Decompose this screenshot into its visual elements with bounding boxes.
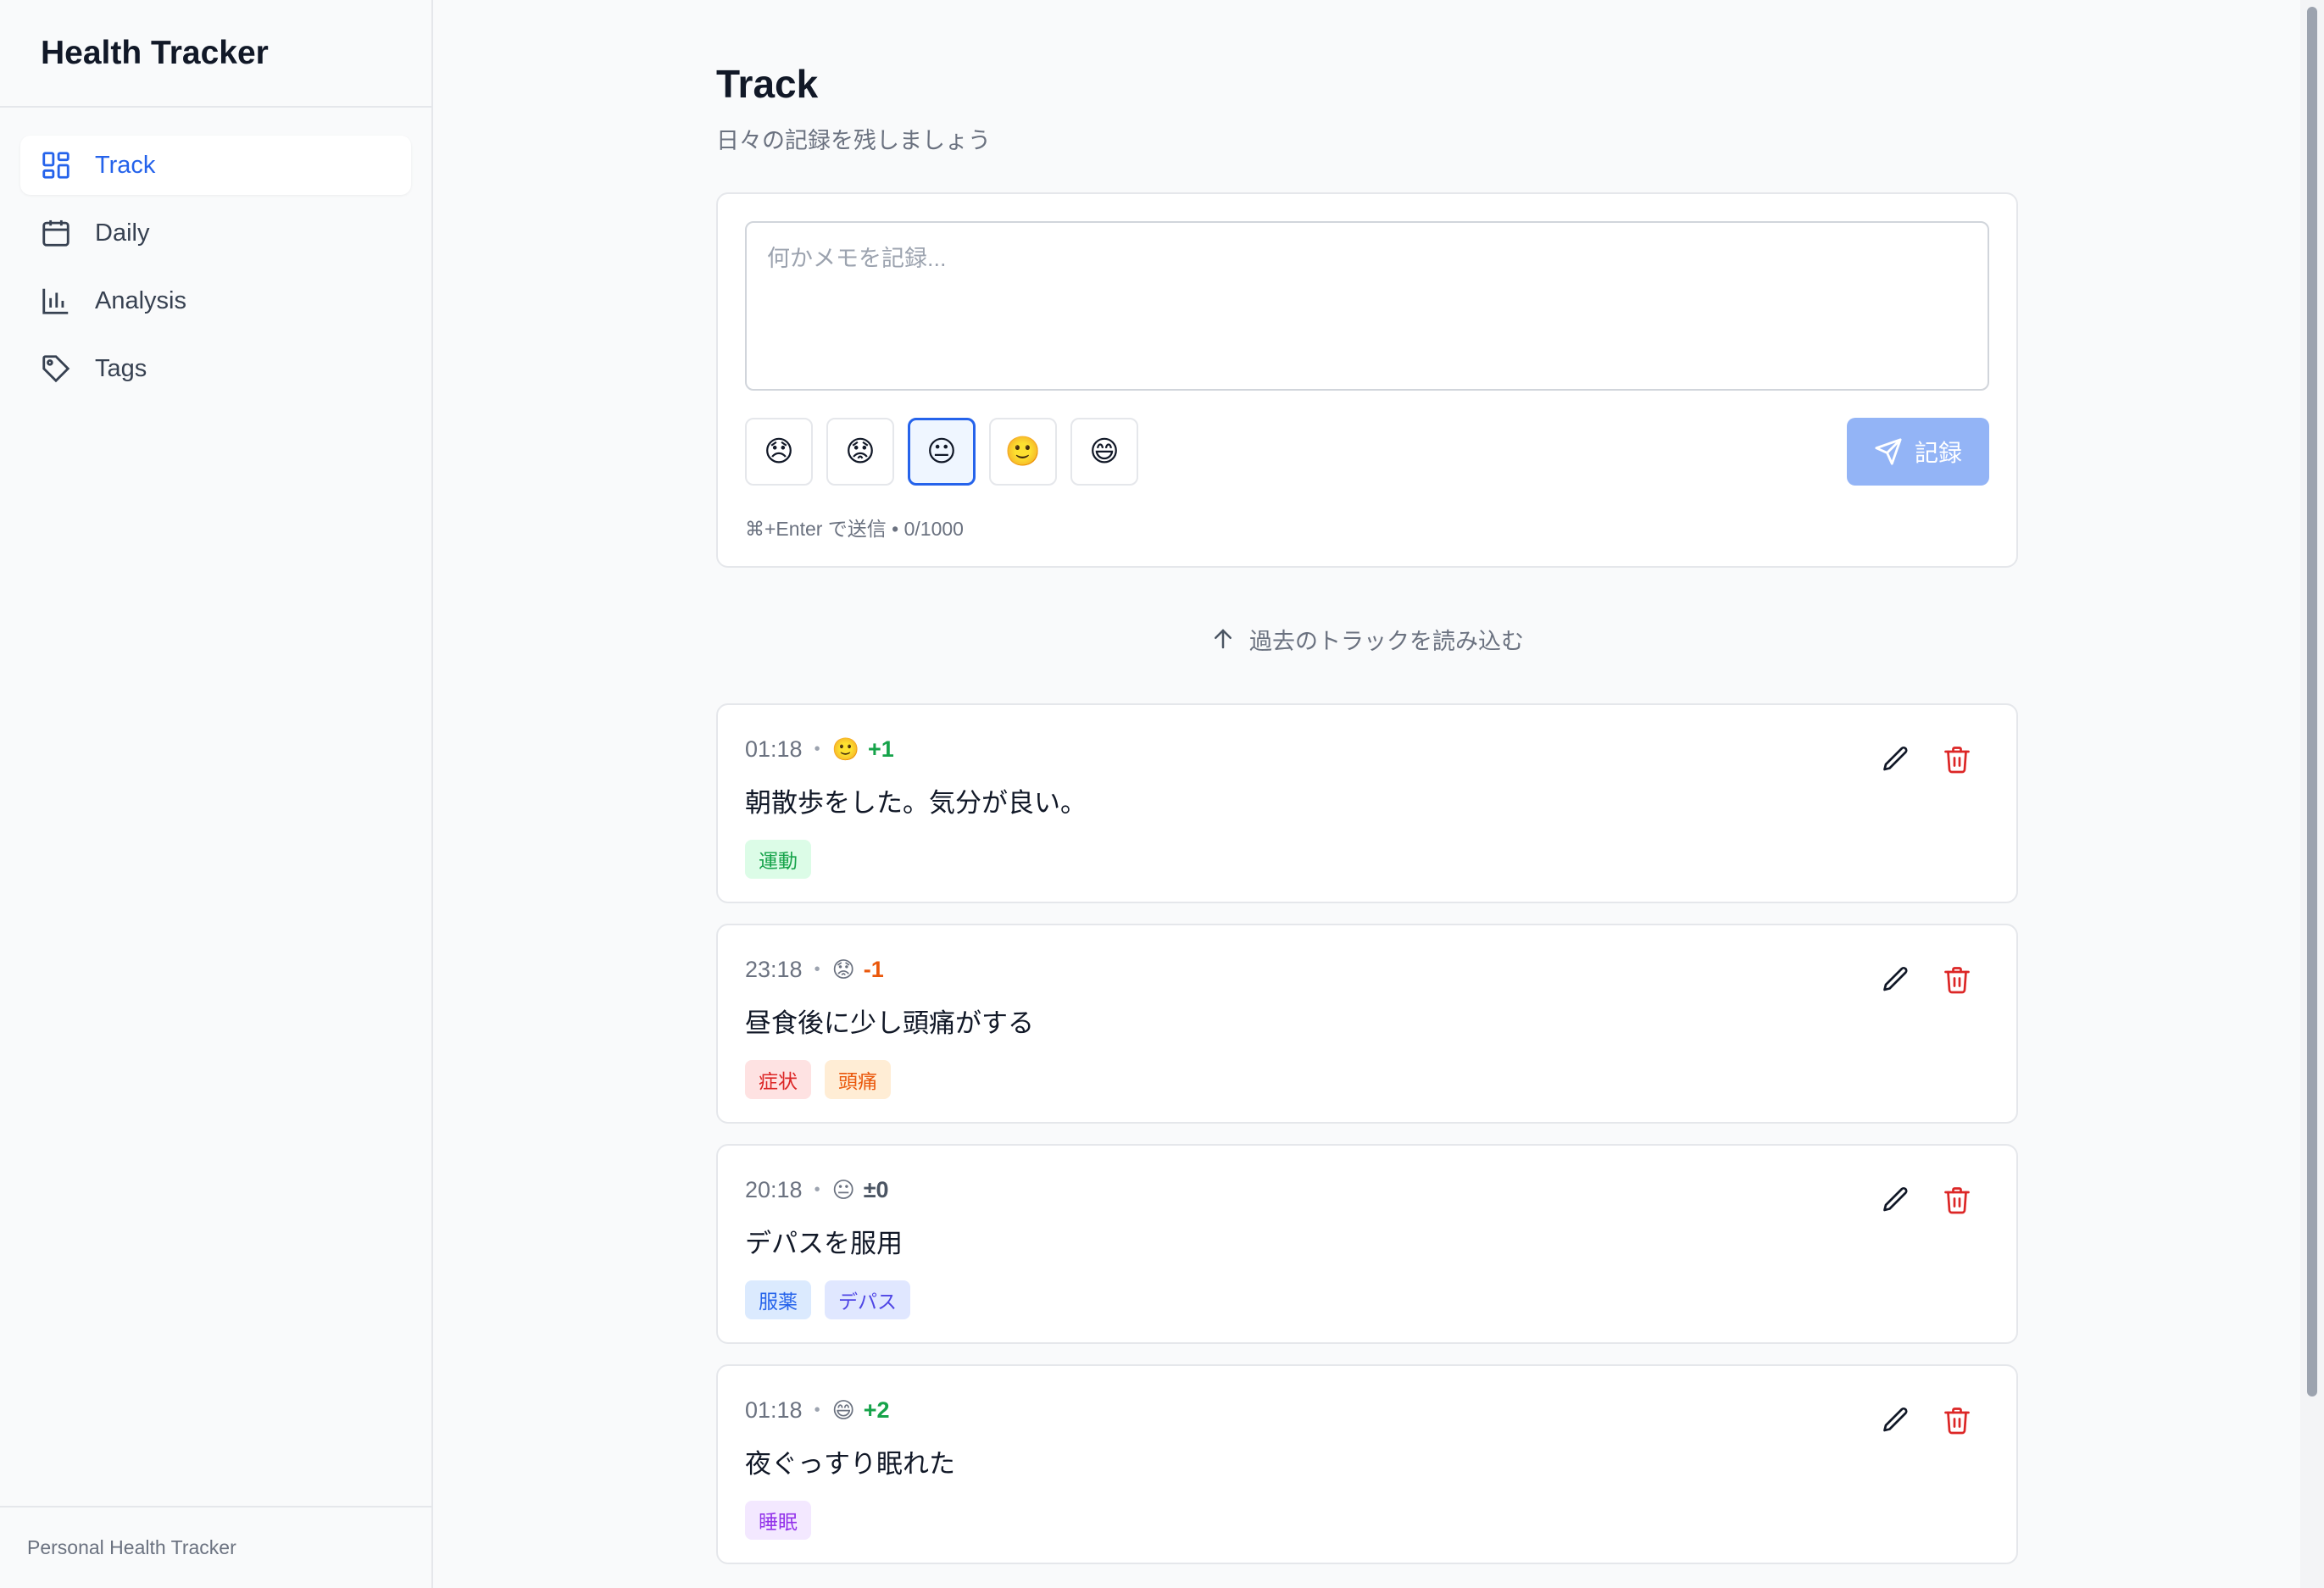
mood-button-happy[interactable]: 🙂: [989, 418, 1057, 486]
load-past-button[interactable]: 過去のトラックを読み込む: [716, 622, 2018, 656]
app-root: Health Tracker Track Daily Analysis Tags…: [0, 0, 2324, 1588]
sidebar: Health Tracker Track Daily Analysis Tags…: [0, 0, 433, 1588]
entry-text: 夜ぐっすり眠れた: [745, 1449, 955, 1479]
sidebar-footer: Personal Health Tracker: [0, 1506, 431, 1588]
composer-card: 何かメモを記録... 😞 😟 😐 🙂 😄 記録 ⌘+Enter で送信 • 0/…: [716, 192, 2018, 568]
separator-dot: •: [814, 739, 820, 758]
sidebar-item-analysis[interactable]: Analysis: [20, 271, 411, 330]
entry-mood-emoji: 😄: [831, 1396, 855, 1423]
main-content: Track 日々の記録を残しましょう 何かメモを記録... 😞 😟 😐 🙂 😄: [433, 0, 2324, 1588]
entry-mood-emoji: 😟: [831, 956, 855, 982]
mood-button-very-happy[interactable]: 😄: [1070, 418, 1138, 486]
sidebar-item-daily[interactable]: Daily: [20, 203, 411, 263]
delete-button[interactable]: [1940, 1183, 1974, 1217]
edit-button[interactable]: [1879, 963, 1913, 997]
trash-icon: [1944, 1187, 1970, 1214]
entry-tags: 睡眠: [745, 1501, 1989, 1540]
tag-badge[interactable]: 睡眠: [745, 1501, 811, 1540]
load-past-label: 過去のトラックを読み込む: [1249, 628, 1524, 654]
arrow-up-icon: [1215, 629, 1231, 649]
delete-button[interactable]: [1940, 742, 1974, 776]
entry-meta: 23:18 • 😟 -1: [745, 954, 1989, 985]
sidebar-nav: Track Daily Analysis Tags: [0, 108, 431, 398]
entry-tags: 症状 頭痛: [745, 1060, 1989, 1099]
entry-actions: [1852, 742, 1974, 776]
entry-score: ±0: [863, 1176, 889, 1202]
mood-button-sad[interactable]: 😟: [826, 418, 894, 486]
delete-button[interactable]: [1940, 963, 1974, 997]
tag-badge[interactable]: 症状: [745, 1060, 811, 1099]
send-icon: [1875, 438, 1902, 465]
pencil-icon: [1883, 966, 1908, 991]
memo-input[interactable]: 何かメモを記録...: [745, 221, 1989, 391]
page-subtitle: 日々の記録を残しましょう: [716, 128, 991, 153]
bar-chart-icon: [39, 284, 73, 318]
scrollbar-thumb[interactable]: [2307, 7, 2317, 1396]
dashboard-icon: [39, 148, 73, 182]
separator-dot: •: [814, 959, 820, 979]
sidebar-item-label: Tags: [95, 354, 147, 382]
pencil-icon: [1883, 1186, 1908, 1212]
vertical-scrollbar[interactable]: [2300, 0, 2324, 1588]
entry-card: 01:18 • 🙂 +1 朝散歩をした。気分が良い。 運動: [716, 703, 2018, 903]
entry-time: 20:18: [745, 1176, 803, 1202]
entry-meta: 20:18 • 😐 ±0: [745, 1174, 1989, 1205]
entry-tags: 運動: [745, 840, 1989, 879]
sidebar-item-label: Track: [95, 151, 156, 179]
entry-mood-emoji: 🙂: [831, 736, 859, 762]
submit-button[interactable]: 記録: [1847, 418, 1989, 486]
entry-meta: 01:18 • 🙂 +1: [745, 734, 1989, 764]
edit-button[interactable]: [1879, 1403, 1913, 1437]
trash-icon: [1944, 747, 1970, 774]
entry-score: +1: [867, 736, 894, 762]
entry-card: 23:18 • 😟 -1 昼食後に少し頭痛がする 症状 頭痛: [716, 924, 2018, 1124]
entry-score: -1: [863, 956, 884, 982]
separator-dot: •: [814, 1400, 820, 1419]
entry-actions: [1852, 963, 1974, 997]
entry-actions: [1852, 1183, 1974, 1217]
entry-text: デパスを服用: [745, 1229, 903, 1258]
mood-button-very-sad[interactable]: 😞: [745, 418, 813, 486]
edit-button[interactable]: [1879, 742, 1913, 776]
entry-mood-emoji: 😐: [831, 1176, 855, 1202]
entry-tags: 服薬 デパス: [745, 1280, 1989, 1319]
entry-time: 01:18: [745, 1396, 803, 1423]
trash-icon: [1944, 967, 1970, 994]
pencil-icon: [1883, 1407, 1908, 1432]
app-title: Health Tracker: [0, 0, 431, 108]
entry-score: +2: [863, 1396, 890, 1423]
entry-actions: [1852, 1403, 1974, 1437]
tag-icon: [39, 352, 73, 386]
edit-button[interactable]: [1879, 1183, 1913, 1217]
entry-time: 01:18: [745, 736, 803, 762]
content-column: Track 日々の記録を残しましょう 何かメモを記録... 😞 😟 😐 🙂 😄: [716, 0, 2018, 1585]
sidebar-item-label: Daily: [95, 219, 150, 247]
entry-time: 23:18: [745, 956, 803, 982]
composer-controls: 😞 😟 😐 🙂 😄 記録: [745, 418, 1989, 486]
entry-list: 01:18 • 🙂 +1 朝散歩をした。気分が良い。 運動 23:18 • 😟 …: [716, 703, 2018, 1564]
page-title: Track: [716, 62, 819, 106]
sidebar-item-label: Analysis: [95, 286, 186, 314]
composer-hint: ⌘+Enter で送信 • 0/1000: [745, 518, 964, 540]
separator-dot: •: [814, 1180, 820, 1199]
trash-icon: [1944, 1408, 1970, 1435]
entry-text: 昼食後に少し頭痛がする: [745, 1008, 1034, 1038]
pencil-icon: [1883, 746, 1908, 771]
submit-label: 記録: [1914, 440, 1962, 466]
delete-button[interactable]: [1940, 1403, 1974, 1437]
tag-badge[interactable]: デパス: [825, 1280, 910, 1319]
tag-badge[interactable]: 頭痛: [825, 1060, 891, 1099]
entry-meta: 01:18 • 😄 +2: [745, 1395, 1989, 1425]
sidebar-item-tags[interactable]: Tags: [20, 339, 411, 398]
entry-text: 朝散歩をした。気分が良い。: [745, 788, 1087, 818]
entry-card: 20:18 • 😐 ±0 デパスを服用 服薬 デパス: [716, 1144, 2018, 1344]
tag-badge[interactable]: 運動: [745, 840, 811, 879]
sidebar-item-track[interactable]: Track: [20, 136, 411, 195]
entry-card: 01:18 • 😄 +2 夜ぐっすり眠れた 睡眠: [716, 1364, 2018, 1564]
mood-button-neutral[interactable]: 😐: [908, 418, 976, 486]
tag-badge[interactable]: 服薬: [745, 1280, 811, 1319]
calendar-icon: [39, 216, 73, 250]
